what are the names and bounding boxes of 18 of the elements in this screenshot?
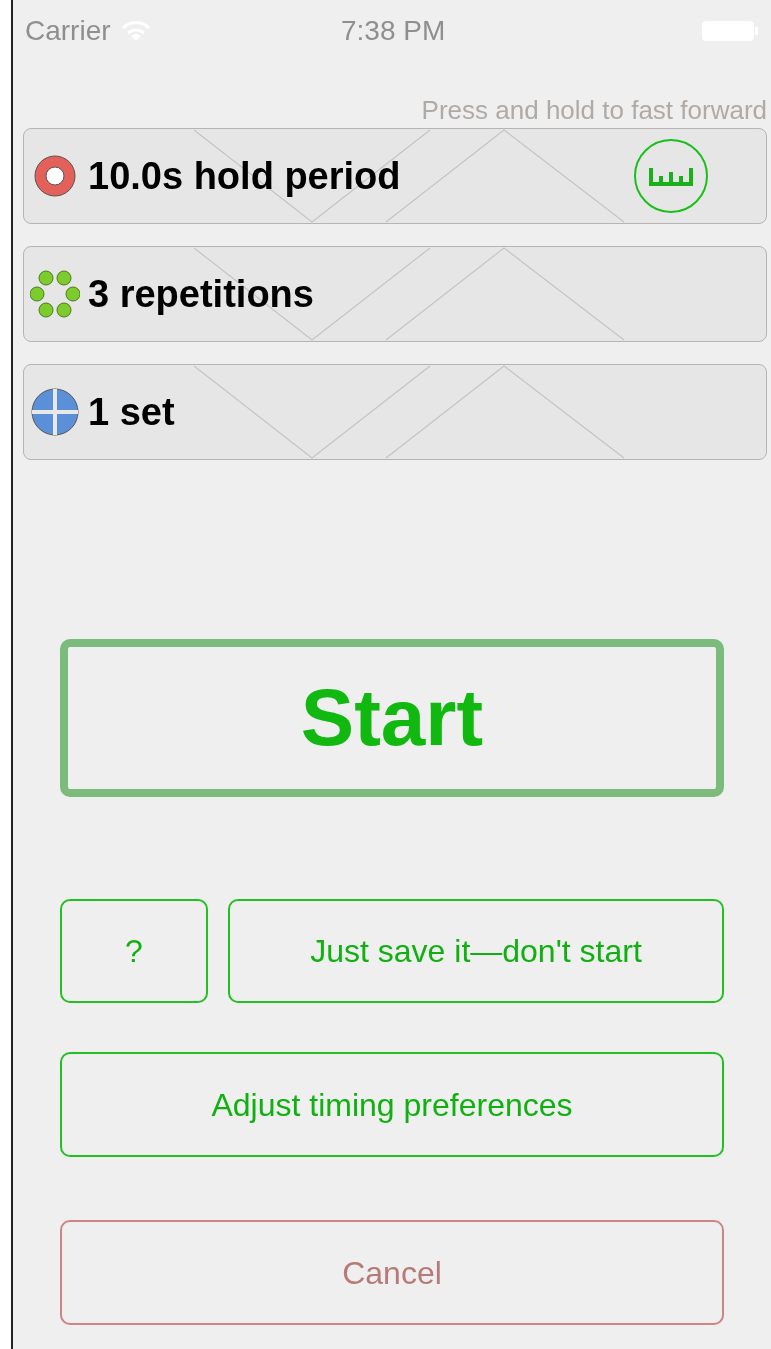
dots-icon [30, 269, 80, 319]
setting-label: 1 set [88, 389, 175, 435]
ruler-icon [649, 166, 693, 186]
setting-row[interactable]: 3 repetitions [23, 246, 767, 342]
crosshair-icon [30, 387, 80, 437]
help-button[interactable]: ? [60, 899, 208, 1003]
setting-row[interactable]: 1 set [23, 364, 767, 460]
start-button[interactable]: Start [60, 639, 724, 797]
save-button[interactable]: Just save it—don't start [228, 899, 724, 1003]
preferences-button[interactable]: Adjust timing preferences [60, 1052, 724, 1157]
carrier-label: Carrier [25, 14, 111, 48]
setting-label: 3 repetitions [88, 271, 314, 317]
clock-time: 7:38 PM [341, 14, 446, 48]
setting-label: 10.0s hold period [88, 153, 401, 199]
ruler-button[interactable] [634, 139, 708, 213]
cancel-button[interactable]: Cancel [60, 1220, 724, 1325]
hint-text: Press and hold to fast forward [421, 94, 767, 127]
setting-row[interactable]: 10.0s hold period [23, 128, 767, 224]
